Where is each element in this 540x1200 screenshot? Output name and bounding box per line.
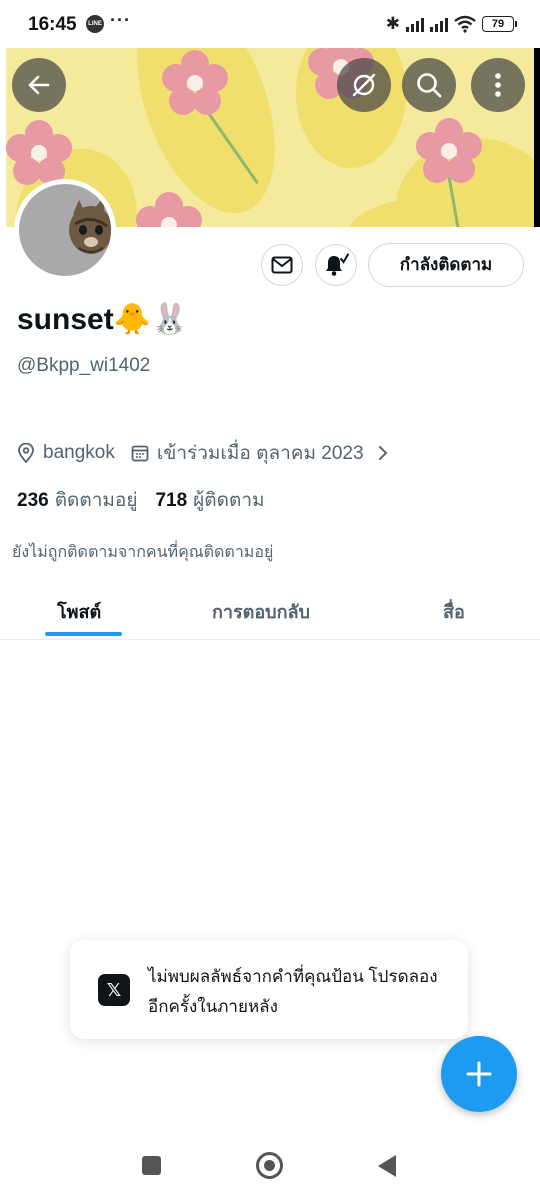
following-count: 236 — [17, 490, 49, 511]
search-button[interactable] — [402, 58, 456, 112]
more-notifications-icon: ··· — [110, 10, 131, 30]
active-tab-indicator — [45, 632, 122, 636]
compose-post-button[interactable] — [441, 1036, 517, 1112]
not-followed-notice: ยังไม่ถูกติดตามจากคนที่คุณติดตามอยู่ — [12, 544, 274, 561]
message-button[interactable] — [261, 244, 303, 286]
signal-icon-2 — [430, 16, 448, 32]
recent-apps-button[interactable] — [142, 1156, 161, 1175]
status-time: 16:45 — [28, 14, 77, 35]
banner-flower — [6, 120, 72, 186]
bell-check-icon — [326, 253, 349, 276]
profile-location: bangkok — [43, 442, 115, 463]
tab-media[interactable]: สื่อ — [443, 597, 465, 626]
more-vertical-icon — [495, 73, 501, 97]
followers-count: 718 — [155, 490, 188, 511]
back-button[interactable] — [12, 58, 66, 112]
banner-flower — [162, 50, 228, 116]
tab-replies[interactable]: การตอบกลับ — [212, 597, 310, 626]
back-nav-button[interactable] — [378, 1155, 396, 1177]
avatar-image — [19, 184, 111, 276]
profile-name: sunset🐥🐰 — [17, 303, 189, 336]
profile-joined-date: เข้าร่วมเมื่อ ตุลาคม 2023 — [156, 443, 364, 464]
line-app-icon: LINE — [86, 15, 104, 33]
notifications-button[interactable] — [315, 244, 357, 286]
profile-meta: bangkok เข้าร่วมเมื่อ ตุลาคม 2023 — [17, 440, 390, 466]
following-link[interactable]: 236 ติดตามอยู่ — [17, 485, 137, 515]
tab-posts[interactable]: โพสต์ — [57, 597, 101, 626]
following-label: ติดตามอยู่ — [54, 490, 138, 511]
status-indicators: ✱ 79 — [385, 13, 517, 35]
following-button[interactable]: กำลังติดตาม — [368, 243, 524, 287]
followers-link[interactable]: 718 ผู้ติดตาม — [155, 485, 264, 515]
battery-indicator: 79 — [482, 16, 517, 32]
more-options-button[interactable] — [471, 58, 525, 112]
x-logo-icon: 𝕏 — [98, 974, 130, 1006]
chevron-right-icon[interactable] — [376, 444, 390, 462]
banner-flower — [416, 118, 482, 184]
toast-message: ไม่พบผลลัพธ์จากคำที่คุณป้อน โปรดลองอีกคร… — [148, 967, 438, 1016]
sync-off-icon — [352, 73, 376, 97]
sync-button[interactable] — [337, 58, 391, 112]
mail-icon — [271, 256, 293, 274]
error-toast: 𝕏 ไม่พบผลลัพธ์จากคำที่คุณป้อน โปรดลองอีก… — [70, 940, 468, 1039]
bluetooth-icon: ✱ — [385, 14, 400, 34]
location-pin-icon — [18, 443, 34, 463]
plus-icon — [466, 1061, 492, 1087]
followers-label: ผู้ติดตาม — [193, 490, 265, 511]
calendar-icon — [131, 445, 149, 462]
follow-stats: 236 ติดตามอยู่ 718 ผู้ติดตาม — [17, 485, 265, 515]
back-arrow-icon — [28, 75, 50, 95]
banner-flower — [136, 192, 202, 227]
signal-icon — [406, 16, 424, 32]
profile-handle: @Bkpp_wi1402 — [17, 355, 151, 376]
profile-tabs: โพสต์ การตอบกลับ สื่อ — [0, 585, 540, 640]
status-bar: 16:45 LINE ··· ✱ 79 — [0, 0, 540, 48]
system-nav-bar — [0, 1130, 540, 1200]
search-icon — [417, 73, 442, 98]
home-button[interactable] — [256, 1152, 283, 1179]
profile-avatar[interactable] — [14, 179, 116, 281]
wifi-icon — [454, 15, 476, 33]
